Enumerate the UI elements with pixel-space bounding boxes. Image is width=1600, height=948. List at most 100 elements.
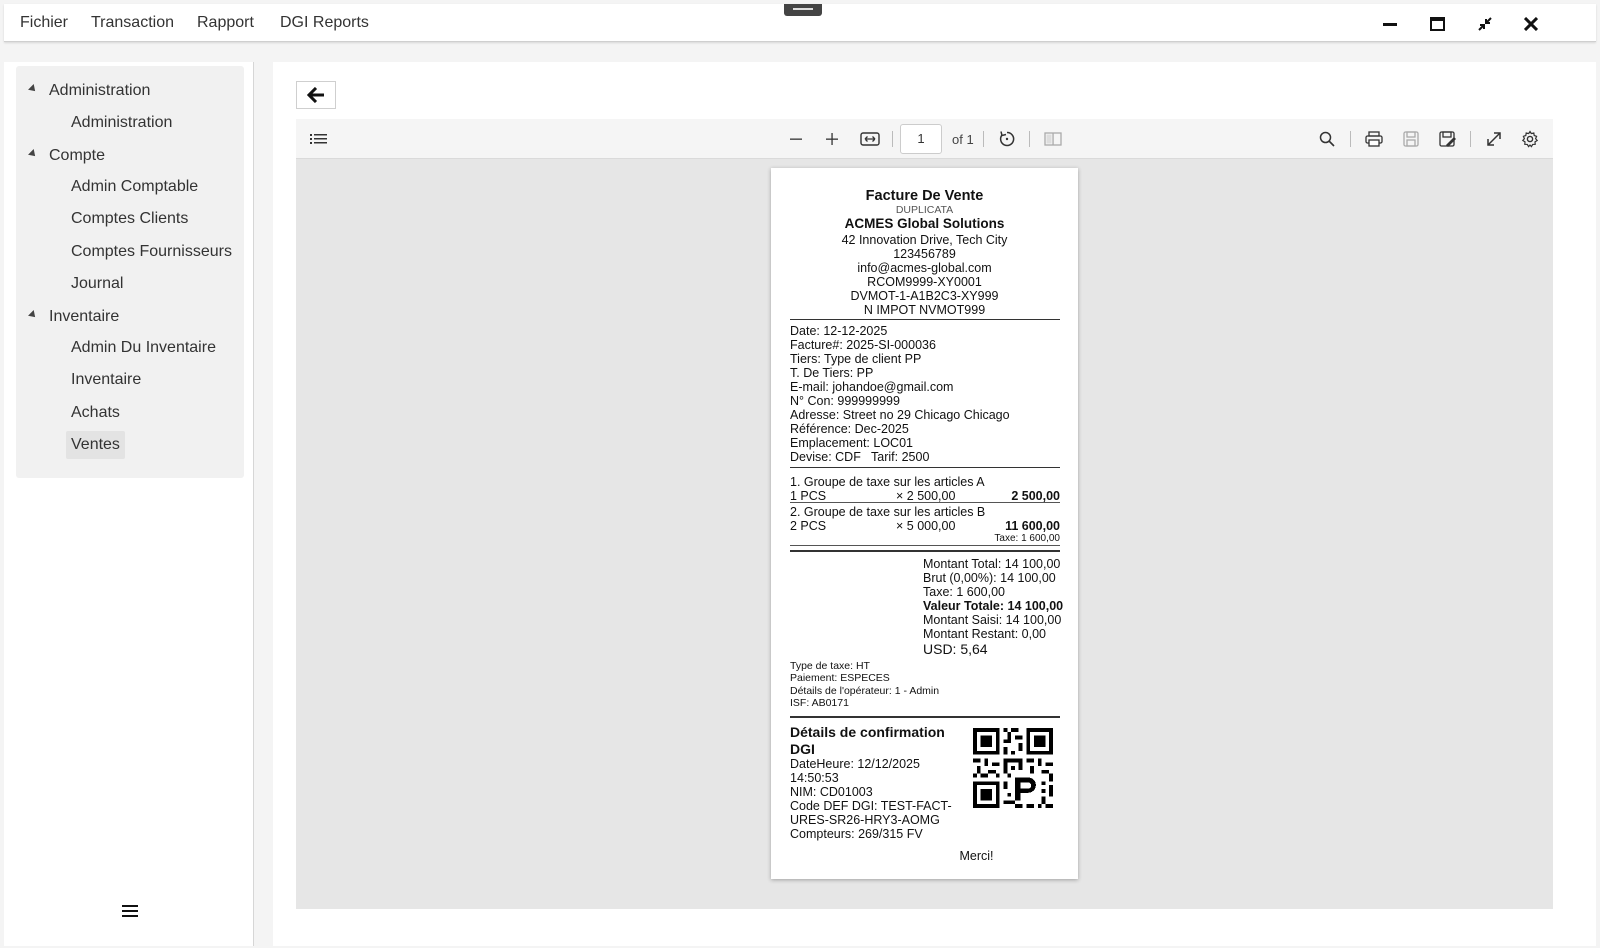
- pdf-viewer: 1 of 1 Facture De Vente DUPLICATA ACMES …: [296, 119, 1553, 909]
- toolbar-separator: [892, 131, 893, 147]
- divider: [790, 502, 1060, 503]
- total-brut: Brut (0,00%): 14 100,00: [923, 571, 1056, 585]
- dgi-line: URES-SR26-HRY3-AOMG: [790, 813, 940, 827]
- info-line: N° Con: 999999999: [790, 394, 900, 408]
- item-group-number: 1.: [790, 475, 801, 489]
- item-unit-price: × 2 500,00: [896, 489, 956, 503]
- tree-item-comptes-fournisseurs[interactable]: Comptes Fournisseurs: [66, 238, 237, 266]
- thanks-text: Merci!: [959, 849, 994, 863]
- total-montant: Montant Total: 14 100,00: [923, 557, 1061, 571]
- tree-item-journal[interactable]: Journal: [66, 270, 128, 298]
- tree-item-inventaire[interactable]: Inventaire: [66, 366, 146, 394]
- dgi-line: DateHeure: 12/12/2025: [790, 757, 920, 771]
- total-restant: Montant Restant: 0,00: [923, 627, 1046, 641]
- caret-down-icon[interactable]: [28, 84, 38, 94]
- list-icon[interactable]: [307, 127, 331, 151]
- item-unit-price: × 5 000,00: [896, 519, 956, 533]
- caret-down-icon[interactable]: [28, 149, 38, 159]
- back-button[interactable]: [296, 81, 336, 109]
- fit-width-icon[interactable]: [858, 127, 882, 151]
- tree-item-administration[interactable]: Administration: [66, 109, 177, 137]
- toolbar-separator: [1350, 131, 1351, 147]
- navigation-tree: Administration Administration Compte Adm…: [16, 66, 244, 478]
- header-line: info@acmes-global.com: [857, 261, 992, 275]
- divider: [790, 545, 1060, 546]
- item-total: 2 500,00: [1011, 489, 1060, 503]
- print-icon[interactable]: [1362, 127, 1386, 151]
- info-line: Adresse: Street no 29 Chicago Chicago: [790, 408, 1010, 422]
- header-line: 42 Innovation Drive, Tech City: [841, 233, 1008, 247]
- menu-rapport[interactable]: Rapport: [197, 14, 254, 32]
- minus-icon[interactable]: [784, 127, 808, 151]
- tree-item-ventes[interactable]: Ventes: [66, 431, 125, 459]
- menu-dgi-reports[interactable]: DGI Reports: [280, 14, 369, 32]
- receipt-page: Facture De Vente DUPLICATA ACMES Global …: [771, 168, 1078, 879]
- tree-group-label[interactable]: Inventaire: [49, 308, 119, 326]
- menu-transaction[interactable]: Transaction: [91, 14, 174, 32]
- footer-line: Type de taxe: HT: [790, 660, 870, 672]
- receipt-title: Facture De Vente: [865, 188, 984, 204]
- item-group-name: Groupe de taxe sur les articles B: [803, 505, 986, 519]
- menu-fichier[interactable]: Fichier: [20, 14, 68, 32]
- collapse-icon[interactable]: [1471, 10, 1499, 38]
- dgi-title-2: DGI: [790, 741, 815, 757]
- main-content: 1 of 1 Facture De Vente DUPLICATA ACMES …: [273, 62, 1596, 946]
- divider: [790, 467, 1060, 468]
- info-line: T. De Tiers: PP: [790, 366, 874, 380]
- minimize-icon[interactable]: [1376, 10, 1404, 38]
- total-taxe: Taxe: 1 600,00: [923, 585, 1006, 599]
- total-usd: USD: 5,64: [923, 641, 988, 657]
- plus-icon[interactable]: [820, 127, 844, 151]
- toolbar-separator: [1470, 131, 1471, 147]
- dgi-line: 14:50:53: [790, 771, 839, 785]
- tree-item-comptes-clients[interactable]: Comptes Clients: [66, 205, 193, 233]
- item-tax: Taxe: 1 600,00: [994, 533, 1060, 544]
- expand-icon[interactable]: [1482, 127, 1506, 151]
- item-group-number: 2.: [790, 505, 801, 519]
- page-number-input[interactable]: 1: [900, 124, 942, 154]
- sidebar: Administration Administration Compte Adm…: [4, 62, 254, 946]
- dgi-title: Détails de confirmation: [790, 724, 945, 740]
- footer-line: Paiement: ESPECES: [790, 672, 890, 684]
- menubar: Fichier Transaction Rapport DGI Reports: [4, 4, 1596, 42]
- info-line: Date: 12-12-2025: [790, 324, 888, 338]
- total-saisi: Montant Saisi: 14 100,00: [923, 613, 1062, 627]
- dgi-line: NIM: CD01003: [790, 785, 873, 799]
- tree-item-achats[interactable]: Achats: [66, 399, 125, 427]
- toolbar-separator: [983, 131, 984, 147]
- tree-group-label[interactable]: Administration: [49, 82, 150, 100]
- hamburger-icon[interactable]: [122, 904, 138, 923]
- item-group-title: 1. Groupe de taxe sur les articles A: [790, 475, 985, 489]
- close-icon[interactable]: [1517, 10, 1545, 38]
- header-line: RCOM9999-XY0001: [867, 275, 982, 289]
- arrow-left-icon: [307, 87, 324, 103]
- tree-item-admin-comptable[interactable]: Admin Comptable: [66, 173, 203, 201]
- caret-down-icon[interactable]: [28, 310, 38, 320]
- gear-icon[interactable]: [1518, 127, 1542, 151]
- company-name: ACMES Global Solutions: [844, 216, 1005, 231]
- save-icon[interactable]: [1399, 127, 1423, 151]
- footer-line: ISF: AB0171: [790, 697, 849, 709]
- info-line: Devise: CDF Tarif: 2500: [790, 450, 930, 464]
- rotate-icon[interactable]: [995, 127, 1019, 151]
- header-line: N IMPOT NVMOT999: [863, 303, 986, 317]
- info-line: E-mail: johandoe@gmail.com: [790, 380, 954, 394]
- item-group-name: Groupe de taxe sur les articles A: [803, 475, 985, 489]
- maximize-icon[interactable]: [1423, 10, 1451, 38]
- qr-code: [973, 728, 1053, 808]
- page-spread-icon[interactable]: [1041, 127, 1065, 151]
- header-line: DVMOT-1-A1B2C3-XY999: [850, 289, 999, 303]
- pdf-toolbar: 1 of 1: [296, 119, 1553, 159]
- page-count-label: of 1: [952, 132, 974, 147]
- info-line: Tiers: Type de client PP: [790, 352, 922, 366]
- item-qty: 1 PCS: [790, 489, 827, 503]
- search-icon[interactable]: [1315, 127, 1339, 151]
- window-drag-handle[interactable]: [784, 4, 822, 16]
- save-edit-icon[interactable]: [1436, 127, 1460, 151]
- info-line: Facture#: 2025-SI-000036: [790, 338, 936, 352]
- item-qty: 2 PCS: [790, 519, 827, 533]
- tree-group-label[interactable]: Compte: [49, 147, 105, 165]
- total-valeur: Valeur Totale: 14 100,00: [923, 599, 1064, 613]
- divider: [790, 319, 1060, 320]
- tree-item-admin-du-inventaire[interactable]: Admin Du Inventaire: [66, 334, 221, 362]
